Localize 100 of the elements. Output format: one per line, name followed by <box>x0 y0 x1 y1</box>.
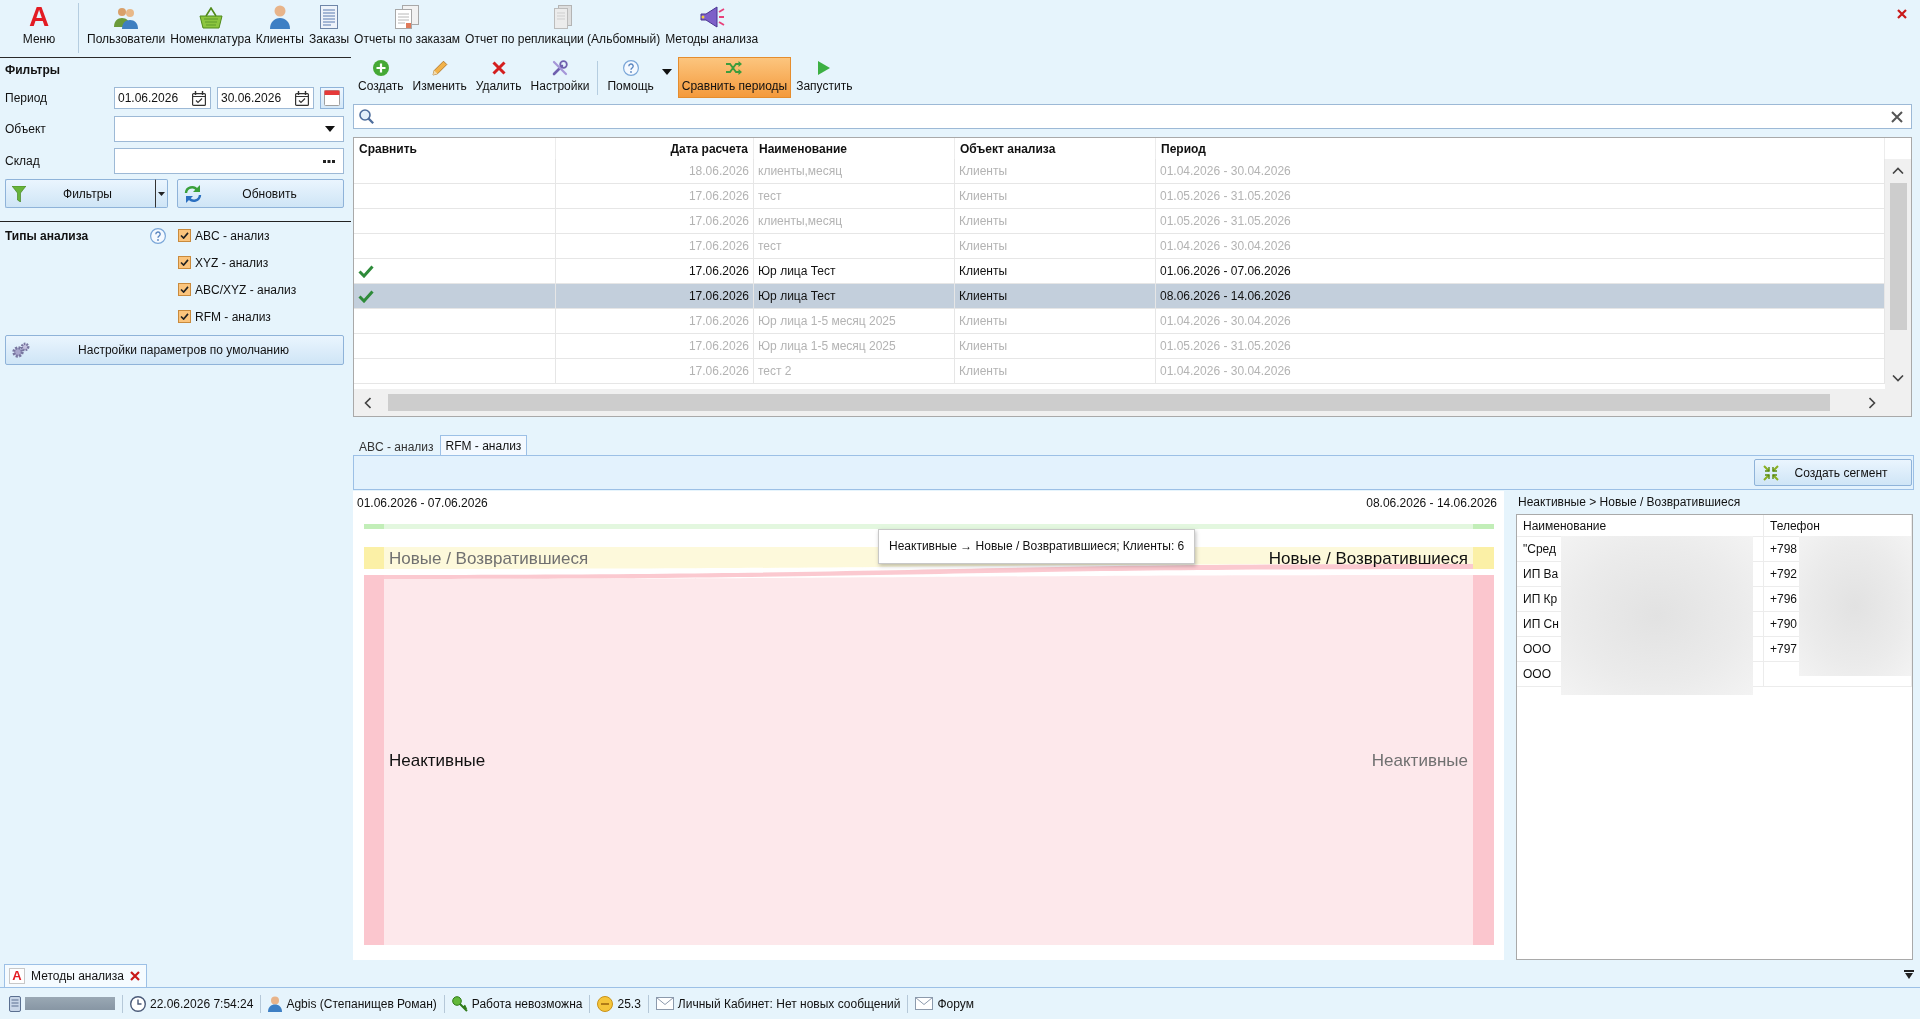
checkbox[interactable] <box>178 310 191 323</box>
chevron-right-icon[interactable] <box>1868 396 1876 409</box>
table-cell: Клиенты <box>955 259 1156 283</box>
checkbox-label[interactable]: XYZ - анализ <box>195 255 269 270</box>
dropdown-button[interactable] <box>155 179 168 208</box>
caret-icon <box>325 126 335 132</box>
table-cell: 17.06.2026 <box>556 259 754 283</box>
refresh-button[interactable]: Обновить <box>177 179 344 208</box>
calendar-icon <box>324 90 340 106</box>
period-label: 08.06.2026 - 14.06.2026 <box>1366 496 1497 510</box>
sankey-node[interactable] <box>1473 524 1494 529</box>
create-segment-button[interactable]: Создать сегмент <box>1754 459 1912 486</box>
toolbar-button[interactable]: Изменить <box>408 57 471 98</box>
table-cell: клиенты,месяц <box>754 159 955 183</box>
ellipsis-icon[interactable] <box>323 159 335 163</box>
tab[interactable]: ABC - анализ <box>353 437 440 455</box>
section-title: Фильтры <box>4 62 61 79</box>
ribbon-button[interactable]: Отчет по репликации (Альбомный) <box>463 3 663 46</box>
settings-button[interactable]: Настройки параметров по умолчанию <box>5 335 344 365</box>
ribbon-button[interactable]: Пользователи <box>85 3 168 46</box>
sankey-node[interactable] <box>364 575 384 945</box>
sankey-node[interactable] <box>364 524 384 529</box>
envelope-icon <box>915 997 934 1010</box>
close-icon[interactable] <box>1891 110 1903 123</box>
checkbox[interactable] <box>178 283 191 296</box>
search-icon <box>359 109 374 124</box>
chevron-down-icon[interactable] <box>1892 374 1904 382</box>
breadcrumb: Неактивные > Новые / Возвратившиеся <box>1517 494 1741 511</box>
table-cell: Юр лица Тест <box>754 284 955 308</box>
filters-button[interactable]: Фильтры <box>5 179 155 208</box>
calendar-button[interactable] <box>320 87 344 109</box>
menu-button[interactable]: A Меню <box>0 3 78 46</box>
toolbar-button[interactable]: Помощь <box>603 57 658 98</box>
toolbar-button[interactable]: Запустить <box>792 57 857 98</box>
caret-down-icon[interactable] <box>1904 969 1914 980</box>
checkbox[interactable] <box>178 256 191 269</box>
table-cell: 17.06.2026 <box>556 359 754 383</box>
table-cell: Юр лица 1-5 месяц 2025 <box>754 334 955 358</box>
table-cell: Клиенты <box>955 359 1156 383</box>
table-cell: Клиенты <box>955 209 1156 233</box>
calendar-icon[interactable] <box>192 90 206 106</box>
sankey-node[interactable] <box>364 547 384 569</box>
close-icon[interactable] <box>1897 9 1907 19</box>
section-title: Типы анализа <box>5 228 89 243</box>
ribbon-button[interactable]: Заказы <box>307 3 352 46</box>
node-label: Новые / Возвратившиеся <box>389 548 589 568</box>
toolbar-button[interactable]: Создать <box>354 57 408 98</box>
chevron-up-icon[interactable] <box>1892 166 1904 174</box>
scrollbar-thumb[interactable] <box>1889 183 1907 330</box>
chevron-left-icon[interactable] <box>363 396 371 409</box>
toolbar-button[interactable]: Удалить <box>471 57 526 98</box>
check-icon <box>358 264 374 278</box>
close-icon[interactable] <box>130 971 140 981</box>
node-label: Неактивные <box>1371 750 1468 770</box>
toolbar-button[interactable]: Настройки <box>526 57 594 98</box>
users-icon <box>114 8 139 29</box>
toolbar-button[interactable]: Сравнить периоды <box>677 57 792 98</box>
key-icon <box>451 995 468 1012</box>
ribbon-button[interactable]: Отчеты по заказам <box>352 3 463 46</box>
field-label: Склад <box>5 154 40 168</box>
checkbox-label[interactable]: RFM - анализ <box>195 309 271 324</box>
checkbox-label[interactable]: ABC - анализ <box>195 228 270 243</box>
ribbon-button[interactable]: Методы анализа <box>663 3 761 46</box>
checkbox[interactable] <box>178 229 191 242</box>
table-cell: 17.06.2026 <box>556 209 754 233</box>
megaphone-icon <box>698 5 725 29</box>
caret-icon <box>158 191 165 196</box>
status-text: Работа невозможна <box>471 996 583 1011</box>
table-cell: 17.06.2026 <box>556 284 754 308</box>
user-icon <box>268 995 283 1012</box>
play-icon <box>818 61 831 75</box>
input-field[interactable] <box>114 148 344 174</box>
sankey-node[interactable] <box>1473 575 1494 945</box>
table-cell: Клиенты <box>955 184 1156 208</box>
help-icon[interactable] <box>150 227 166 244</box>
horizontal-scrollbar[interactable] <box>354 389 1911 416</box>
refresh-icon <box>184 184 202 203</box>
sankey-node[interactable] <box>1473 547 1494 569</box>
tools-icon <box>552 60 568 76</box>
table-cell: тест 2 <box>754 359 955 383</box>
document-tab[interactable]: A Методы анализа <box>4 964 147 987</box>
table-row[interactable]: 17.06.2026 Юр лица Тест Клиенты 01.06.2026 - 07.06.2026 <box>354 259 1885 284</box>
table-row[interactable]: 17.06.2026 Юр лица Тест Клиенты 08.06.2026 - 14.06.2026 <box>354 284 1885 309</box>
table-cell: Клиенты <box>955 334 1156 358</box>
calendar-icon[interactable] <box>295 90 309 106</box>
scrollbar-thumb[interactable] <box>388 394 1830 411</box>
papers-icon <box>395 5 420 29</box>
date-field[interactable]: 01.06.2026 <box>114 87 211 109</box>
date-field[interactable]: 30.06.2026 <box>217 87 314 109</box>
node-label: Неактивные <box>389 750 486 770</box>
tab[interactable]: RFM - анализ <box>439 435 528 455</box>
form-icon <box>320 5 339 29</box>
ribbon-button[interactable]: Номенклатура <box>168 3 253 46</box>
table-cell: Клиенты <box>955 159 1156 183</box>
vertical-scrollbar[interactable] <box>1885 159 1911 389</box>
dropdown-field[interactable] <box>114 116 344 142</box>
table-cell: 17.06.2026 <box>556 184 754 208</box>
search-field[interactable] <box>353 104 1912 129</box>
checkbox-label[interactable]: ABC/XYZ - анализ <box>195 282 297 297</box>
ribbon-button[interactable]: Клиенты <box>253 3 306 46</box>
